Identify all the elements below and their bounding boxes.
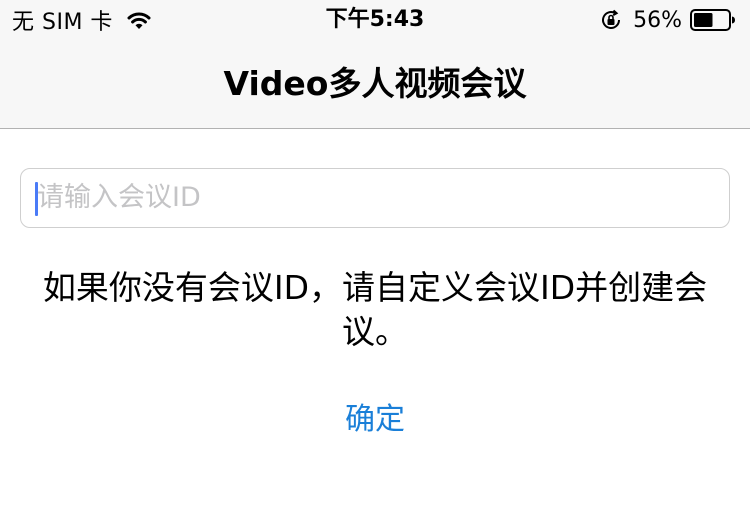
meeting-id-placeholder: 请输入会议ID — [37, 182, 201, 213]
status-bar: 无 SIM 卡 下午5:43 56% — [0, 0, 750, 40]
rotation-lock-icon — [599, 8, 623, 32]
hint-text: 如果你没有会议ID，请自定义会议ID并创建会议。 — [42, 268, 708, 351]
app-screen: 无 SIM 卡 下午5:43 56% Video多人视频会议 请输入会议ID 如… — [0, 0, 750, 532]
battery-icon — [690, 9, 736, 31]
page-title: Video多人视频会议 — [223, 64, 527, 103]
text-caret — [35, 182, 38, 216]
battery-percent: 56% — [633, 7, 682, 33]
navigation-bar: Video多人视频会议 — [0, 40, 750, 129]
confirm-button[interactable]: 确定 — [275, 394, 475, 446]
status-right: 56% — [599, 6, 736, 34]
meeting-id-input[interactable]: 请输入会议ID — [20, 168, 730, 228]
